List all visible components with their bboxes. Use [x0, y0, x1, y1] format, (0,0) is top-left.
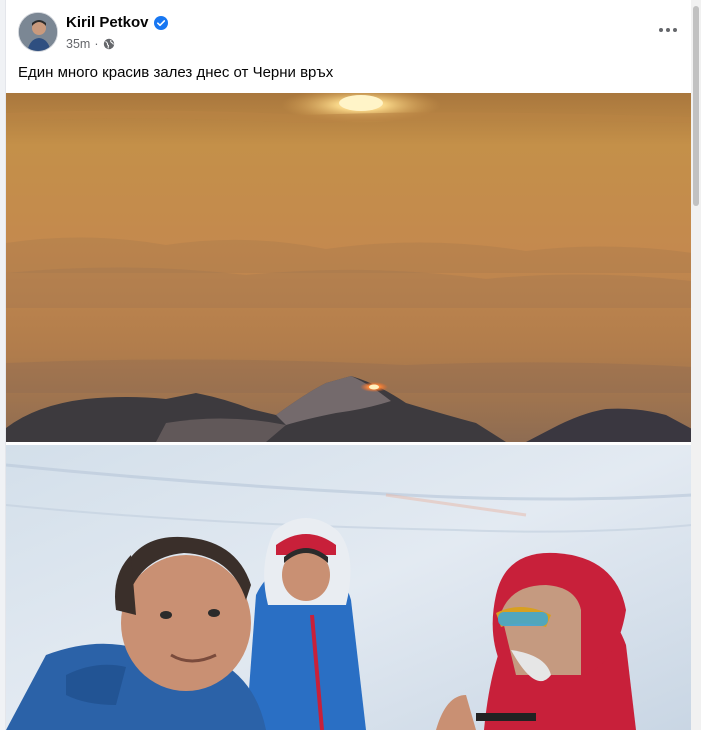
sunset-image: [6, 93, 692, 442]
post-caption: Един много красив залез днес от Черни вр…: [18, 64, 334, 81]
scrollbar-thumb[interactable]: [693, 6, 699, 206]
post-meta: 35m ·: [66, 37, 115, 51]
author-name[interactable]: Kiril Petkov: [66, 14, 149, 31]
author-avatar[interactable]: [18, 12, 58, 52]
avatar-image: [19, 13, 57, 51]
feed-post: Kiril Petkov 35m · Един много красив зал…: [5, 0, 693, 730]
globe-icon[interactable]: [103, 38, 115, 50]
meta-separator: ·: [94, 37, 99, 51]
selfie-image: [6, 445, 692, 730]
post-header: Kiril Petkov 35m ·: [6, 0, 692, 60]
verified-badge-icon: [153, 15, 168, 30]
sunset-photo[interactable]: [6, 93, 692, 442]
post-timestamp[interactable]: 35m: [66, 37, 90, 51]
page-scrollbar[interactable]: [691, 0, 701, 730]
more-options-icon[interactable]: [654, 18, 682, 42]
author-row: Kiril Petkov: [66, 14, 168, 31]
summit-selfie-photo[interactable]: [6, 445, 692, 730]
